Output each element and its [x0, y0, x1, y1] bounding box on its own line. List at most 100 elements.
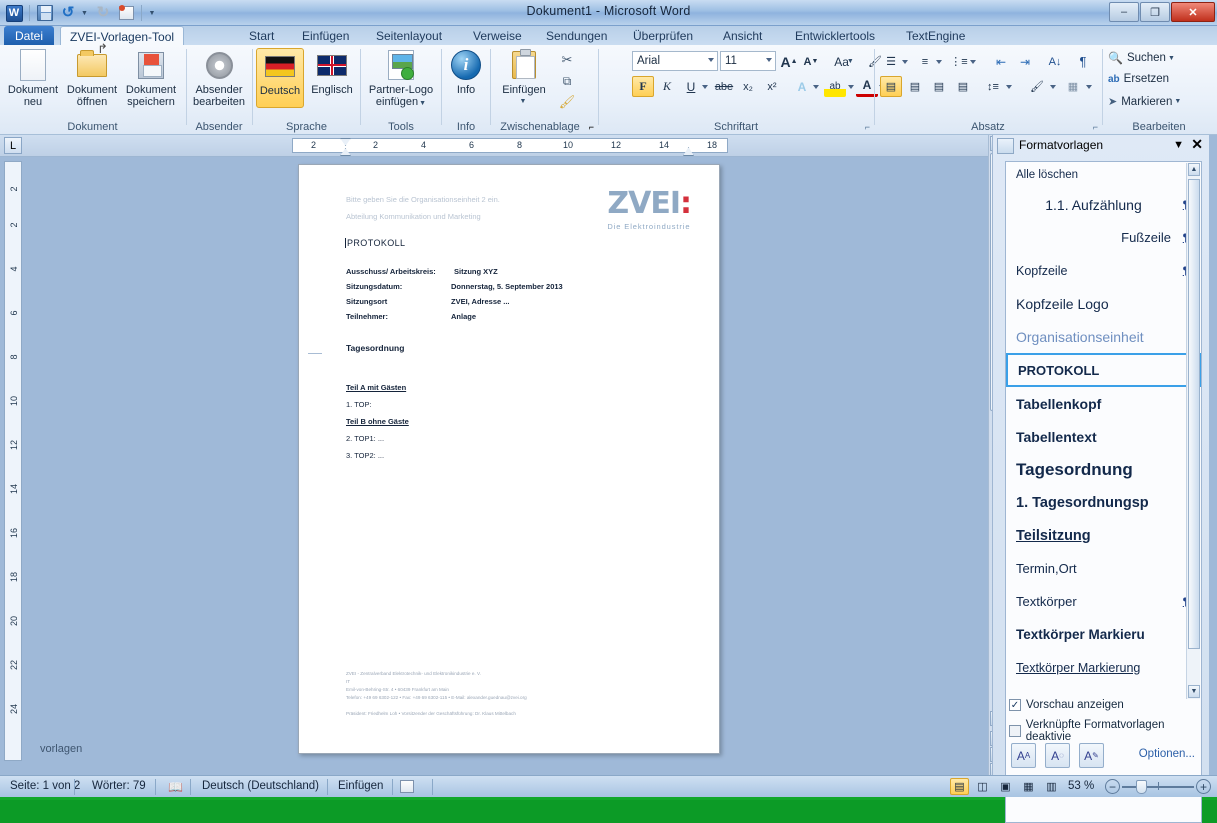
- style-item-protokoll[interactable]: PROTOKOLL ¶: [1006, 353, 1201, 387]
- zoom-slider-thumb[interactable]: [1136, 780, 1147, 794]
- word-count[interactable]: Wörter: 79: [92, 780, 146, 792]
- line-spacing-dropdown-icon[interactable]: [1004, 76, 1013, 97]
- schriftart-dialog-launcher[interactable]: ⌐: [865, 122, 870, 132]
- style-item-tagesordnung[interactable]: Tagesordnung ¶: [1006, 453, 1201, 486]
- agenda-item[interactable]: 1. TOP:: [346, 400, 372, 409]
- tagesordnung-heading[interactable]: Tagesordnung: [346, 343, 404, 353]
- manage-styles-button[interactable]: A ✎: [1079, 743, 1104, 768]
- page-indicator[interactable]: Seite: 1 von 2: [10, 780, 80, 792]
- bullet-list-icon[interactable]: ☰: [880, 51, 902, 72]
- tab-einfuegen[interactable]: Einfügen: [293, 26, 358, 45]
- sprache-deutsch-button[interactable]: Deutsch: [256, 48, 304, 108]
- bullets-dropdown-icon[interactable]: [900, 51, 909, 72]
- tab-verweise[interactable]: Verweise: [464, 26, 531, 45]
- meta-value[interactable]: Sitzung XYZ: [454, 267, 498, 276]
- tab-seitenlayout[interactable]: Seitenlayout: [367, 26, 451, 45]
- sprache-englisch-button[interactable]: Englisch: [306, 48, 358, 96]
- agenda-item[interactable]: 2. TOP1: ...: [346, 434, 384, 443]
- shading-icon[interactable]: 🖌: [1026, 76, 1048, 97]
- zoom-level[interactable]: 53 %: [1068, 780, 1094, 792]
- show-formatting-marks-icon[interactable]: ¶: [1072, 51, 1094, 72]
- align-center-icon[interactable]: ▤: [904, 76, 926, 97]
- highlight-button[interactable]: ab: [824, 76, 846, 97]
- style-item-textkoerper-markierung[interactable]: Textkörper Markierung a: [1006, 651, 1201, 684]
- maximize-button[interactable]: ❐: [1140, 2, 1170, 22]
- proofing-errors-icon[interactable]: 📖: [168, 780, 183, 794]
- pane-menu-icon[interactable]: ▼: [1173, 139, 1184, 151]
- minimize-button[interactable]: –: [1109, 2, 1139, 22]
- new-style-button[interactable]: AA: [1011, 743, 1036, 768]
- scroll-up-arrow-icon[interactable]: ▲: [1188, 163, 1200, 176]
- meta-label[interactable]: Sitzungsort: [346, 297, 387, 306]
- text-effects-button[interactable]: A: [791, 76, 813, 97]
- style-item-tabellentext[interactable]: Tabellentext ¶: [1006, 420, 1201, 453]
- pane-dock-icon[interactable]: [997, 138, 1014, 154]
- tab-ueberpruefen[interactable]: Überprüfen: [624, 26, 702, 45]
- meta-value[interactable]: Anlage: [451, 312, 476, 321]
- close-button[interactable]: ✕: [1171, 2, 1215, 22]
- font-size-combobox[interactable]: 11: [720, 51, 776, 71]
- vertical-ruler[interactable]: 2 2 4 6 8 10 12 14 16 18 20 22 24: [4, 161, 22, 761]
- dokument-neu-button[interactable]: Dokument neu: [4, 48, 62, 108]
- tab-start[interactable]: Start: [240, 26, 283, 45]
- optionen-link[interactable]: Optionen...: [1139, 748, 1195, 760]
- dokument-oeffnen-button[interactable]: Dokument öffnen: [63, 43, 121, 109]
- multilevel-list-icon[interactable]: ⋮≡: [948, 51, 970, 72]
- chevron-down-icon[interactable]: ▼: [492, 96, 554, 108]
- format-painter-icon[interactable]: 🖌: [556, 92, 578, 112]
- text-effects-dropdown-icon[interactable]: [811, 76, 820, 97]
- agenda-item[interactable]: Teil B ohne Gäste: [346, 417, 409, 426]
- tab-entwicklertools[interactable]: Entwicklertools: [786, 26, 884, 45]
- style-item-termin-ort[interactable]: Termin,Ort ¶: [1006, 552, 1201, 585]
- underline-button[interactable]: U: [680, 76, 702, 97]
- tab-ansicht[interactable]: Ansicht: [714, 26, 771, 45]
- scrollbar-thumb[interactable]: [1188, 179, 1200, 649]
- style-item-tabellenkopf[interactable]: Tabellenkopf ¶: [1006, 387, 1201, 420]
- justify-icon[interactable]: ▤: [952, 76, 974, 97]
- einfuegen-paste-button[interactable]: Einfügen ▼: [494, 48, 554, 108]
- style-item-kopfzeile[interactable]: Kopfzeile ¶a: [1006, 254, 1201, 287]
- numbered-list-icon[interactable]: ≡: [914, 51, 936, 72]
- superscript-button[interactable]: x²: [761, 76, 783, 97]
- style-clear-all[interactable]: Alle löschen: [1006, 162, 1201, 188]
- meta-value[interactable]: Donnerstag, 5. September 2013: [451, 282, 563, 291]
- outline-view[interactable]: ▦: [1019, 778, 1038, 795]
- scissors-icon[interactable]: ✂: [556, 50, 578, 70]
- borders-dropdown-icon[interactable]: [1084, 76, 1093, 97]
- copy-icon[interactable]: ⧉: [556, 71, 578, 91]
- print-layout-view[interactable]: ▤: [950, 778, 969, 795]
- dokument-speichern-button[interactable]: Dokument speichern: [122, 48, 180, 108]
- document-page[interactable]: ZVEI: Die Elektroindustrie Bitte geben S…: [298, 164, 720, 754]
- style-inspector-button[interactable]: A ◌: [1045, 743, 1070, 768]
- italic-button[interactable]: K: [656, 76, 678, 97]
- style-item-textkoerper-markieru[interactable]: Textkörper Markieru a: [1006, 618, 1201, 651]
- align-right-icon[interactable]: ▤: [928, 76, 950, 97]
- verknuepfte-formatvorlagen-checkbox[interactable]: Verknüpfte Formatvorlagen deaktivie: [1009, 719, 1209, 743]
- style-item-organisationseinheit[interactable]: Organisationseinheit ¶: [1006, 320, 1201, 353]
- ersetzen-button[interactable]: ab Ersetzen: [1108, 73, 1169, 85]
- meta-label[interactable]: Teilnehmer:: [346, 312, 388, 321]
- tab-datei[interactable]: Datei: [4, 26, 54, 45]
- agenda-item[interactable]: 3. TOP2: ...: [346, 451, 384, 460]
- font-name-combobox[interactable]: Arial: [632, 51, 718, 71]
- scroll-down-arrow-icon[interactable]: ▼: [1188, 685, 1200, 698]
- fullscreen-reading-view[interactable]: ◫: [973, 778, 992, 795]
- markieren-button[interactable]: ➤ Markieren ▼: [1108, 95, 1181, 109]
- vorschau-anzeigen-checkbox[interactable]: ✓ Vorschau anzeigen: [1009, 699, 1124, 711]
- protokoll-heading[interactable]: PROTOKOLL: [345, 238, 405, 248]
- style-item-kopfzeile-logo[interactable]: Kopfzeile Logo ¶: [1006, 287, 1201, 320]
- style-item-aufzaehlung[interactable]: 1.1. Aufzählung ¶a: [1006, 188, 1201, 221]
- increase-indent-icon[interactable]: ⇥: [1014, 51, 1036, 72]
- suchen-button[interactable]: 🔍 Suchen ▼: [1108, 51, 1175, 65]
- absender-bearbeiten-button[interactable]: Absender bearbeiten: [190, 48, 248, 108]
- partner-logo-einfuegen-button[interactable]: Partner-Logo einfügen ▼: [364, 48, 438, 110]
- style-item-tagesordnungspunkt[interactable]: 1. Tagesordnungsp ¶: [1006, 486, 1201, 519]
- borders-icon[interactable]: ▦: [1062, 76, 1084, 97]
- zwischenablage-dialog-launcher[interactable]: ⌐: [589, 122, 594, 132]
- zoom-in-button[interactable]: +: [1196, 779, 1211, 794]
- sort-icon[interactable]: A↓: [1044, 51, 1066, 72]
- language-indicator[interactable]: Deutsch (Deutschland): [202, 780, 319, 792]
- shrink-font-button[interactable]: A ▼: [800, 51, 822, 72]
- horizontal-ruler[interactable]: L 2 2 4 6 8 10 12 14 18: [0, 135, 990, 157]
- line-spacing-icon[interactable]: ↕≡: [982, 76, 1004, 97]
